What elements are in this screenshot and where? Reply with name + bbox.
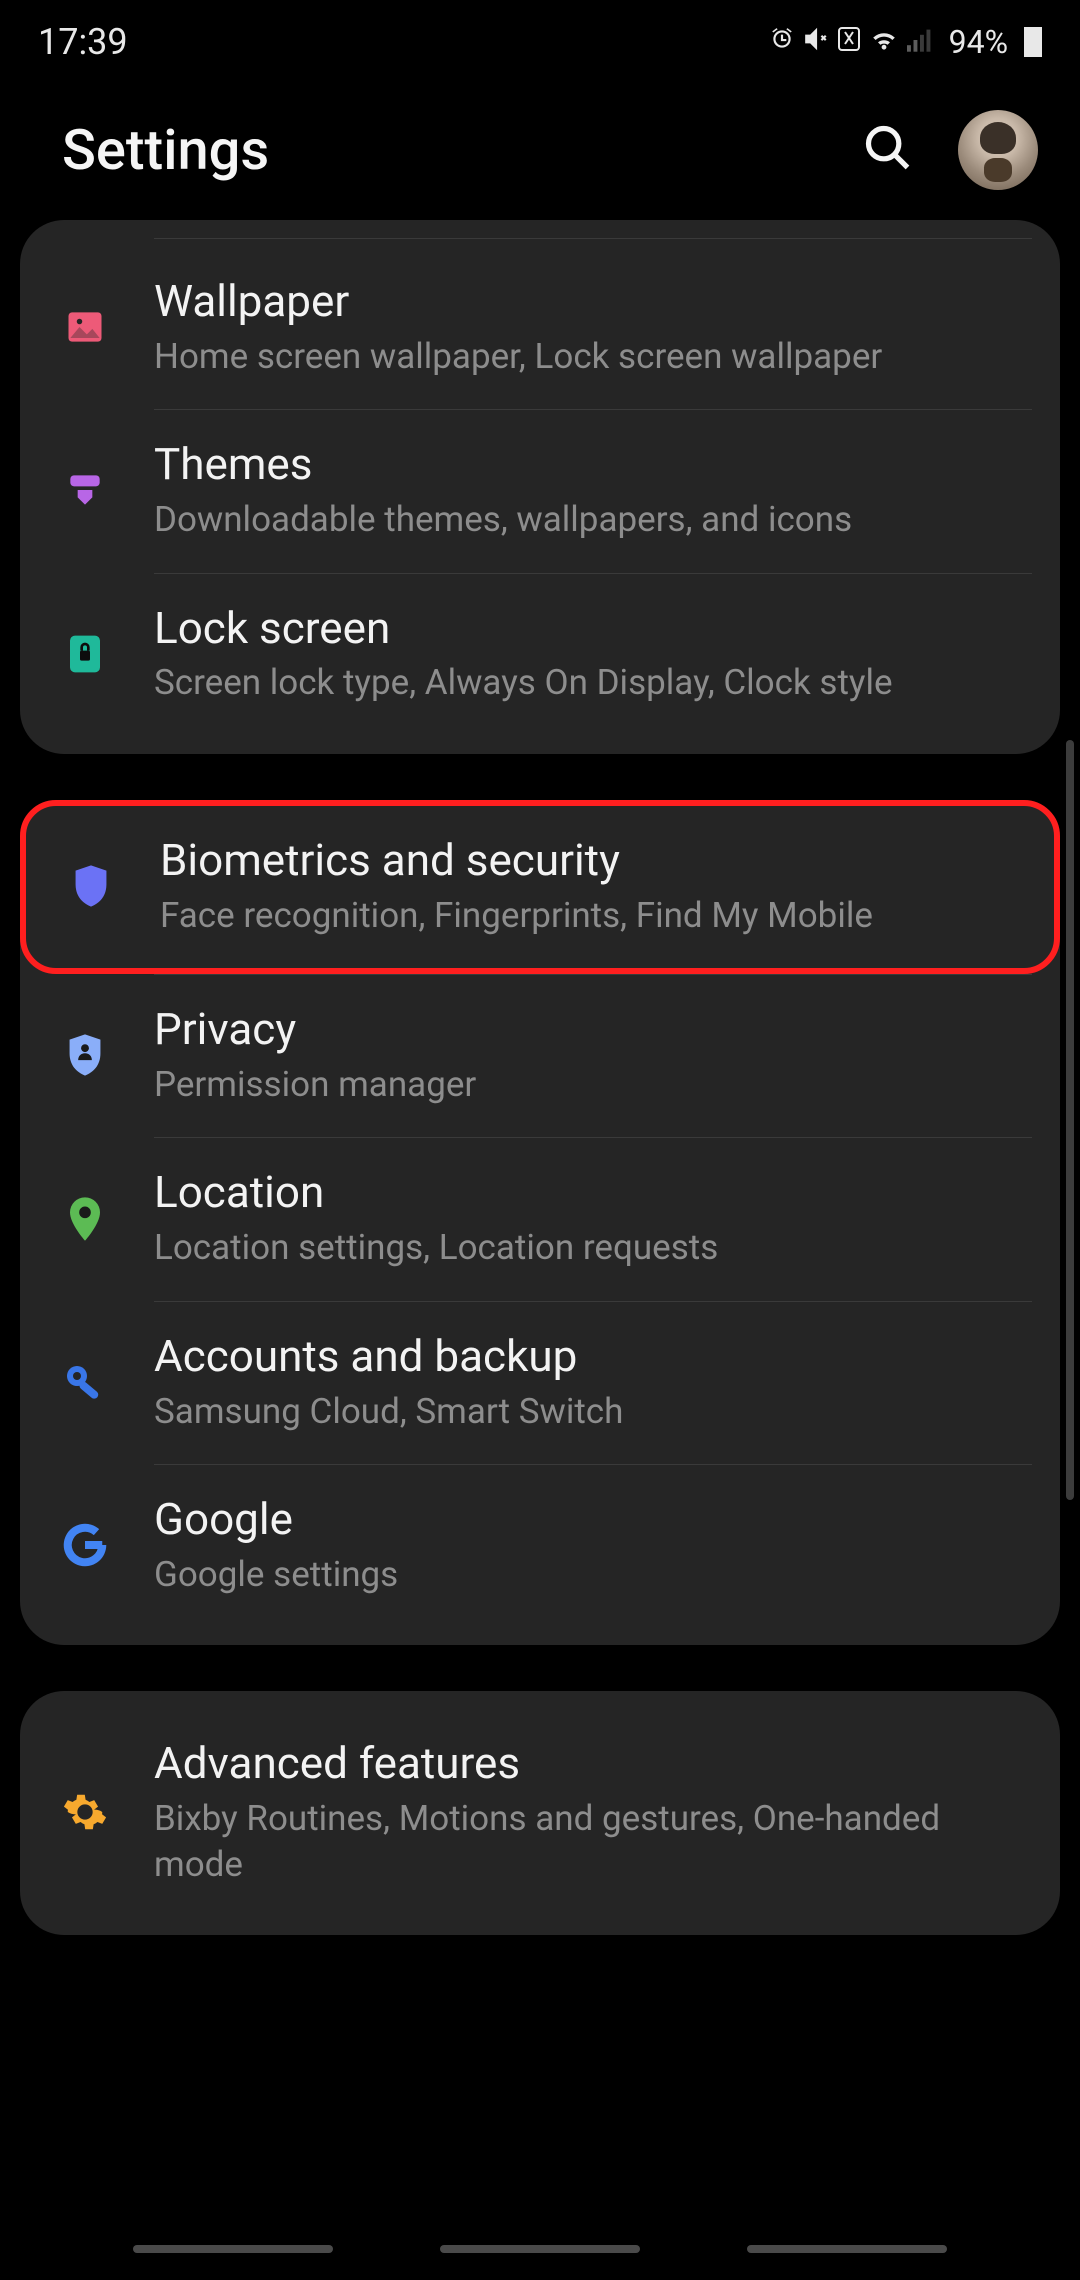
page-title: Settings: [62, 117, 269, 183]
settings-item-accounts-backup[interactable]: Accounts and backup Samsung Cloud, Smart…: [20, 1302, 1060, 1464]
settings-group-advanced: Advanced features Bixby Routines, Motion…: [20, 1691, 1060, 1935]
location-pin-icon: [58, 1192, 112, 1246]
settings-item-wallpaper[interactable]: Wallpaper Home screen wallpaper, Lock sc…: [20, 247, 1060, 409]
settings-item-location[interactable]: Location Location settings, Location req…: [20, 1138, 1060, 1300]
settings-item-title: Themes: [154, 438, 1032, 491]
alarm-icon: [769, 25, 795, 60]
settings-item-themes[interactable]: Themes Downloadable themes, wallpapers, …: [20, 410, 1060, 572]
settings-group-appearance: Wallpaper Home screen wallpaper, Lock sc…: [20, 220, 1060, 754]
settings-item-advanced-features[interactable]: Advanced features Bixby Routines, Motion…: [20, 1709, 1060, 1917]
wallpaper-icon: [58, 300, 112, 354]
status-indicators: 94%: [769, 23, 1042, 61]
lock-icon: [58, 627, 112, 681]
wifi-icon: [869, 25, 899, 60]
settings-item-subtitle: Bixby Routines, Motions and gestures, On…: [154, 1796, 1032, 1887]
settings-item-title: Privacy: [154, 1003, 1032, 1056]
search-icon[interactable]: [862, 122, 914, 178]
shield-icon: [64, 859, 118, 913]
settings-item-lock-screen[interactable]: Lock screen Screen lock type, Always On …: [20, 574, 1060, 736]
nav-home[interactable]: [440, 2245, 640, 2253]
status-time: 17:39: [38, 21, 128, 63]
google-icon: [58, 1518, 112, 1572]
settings-item-subtitle: Downloadable themes, wallpapers, and ico…: [154, 497, 1032, 543]
settings-item-title: Accounts and backup: [154, 1330, 1032, 1383]
settings-item-subtitle: Samsung Cloud, Smart Switch: [154, 1389, 1032, 1435]
settings-item-title: Wallpaper: [154, 275, 1032, 328]
settings-item-title: Lock screen: [154, 602, 1032, 655]
settings-item-subtitle: Location settings, Location requests: [154, 1225, 1032, 1271]
settings-item-subtitle: Google settings: [154, 1552, 1032, 1598]
battery-saver-icon: [837, 24, 861, 60]
settings-item-google[interactable]: Google Google settings: [20, 1465, 1060, 1627]
settings-item-biometrics-security[interactable]: Biometrics and security Face recognition…: [20, 800, 1060, 974]
settings-item-title: Advanced features: [154, 1737, 1032, 1790]
privacy-shield-icon: [58, 1028, 112, 1082]
settings-group-security: Biometrics and security Face recognition…: [20, 800, 1060, 1645]
status-bar: 17:39 94%: [0, 0, 1080, 80]
battery-percent: 94%: [949, 23, 1008, 61]
scrollbar[interactable]: [1066, 740, 1074, 1500]
gear-icon: [58, 1785, 112, 1839]
signal-icon: [907, 25, 933, 60]
settings-item-privacy[interactable]: Privacy Permission manager: [20, 975, 1060, 1137]
battery-icon: [1024, 27, 1042, 57]
nav-back[interactable]: [747, 2245, 947, 2253]
navigation-bar: [0, 2232, 1080, 2280]
settings-item-subtitle: Face recognition, Fingerprints, Find My …: [160, 893, 1026, 939]
settings-item-title: Location: [154, 1166, 1032, 1219]
themes-icon: [58, 463, 112, 517]
settings-item-title: Google: [154, 1493, 1032, 1546]
settings-item-subtitle: Permission manager: [154, 1062, 1032, 1108]
profile-avatar[interactable]: [958, 110, 1038, 190]
key-icon: [58, 1355, 112, 1409]
settings-item-subtitle: Screen lock type, Always On Display, Clo…: [154, 660, 1032, 706]
mute-vibrate-icon: [803, 25, 829, 60]
settings-item-subtitle: Home screen wallpaper, Lock screen wallp…: [154, 334, 1032, 380]
nav-recents[interactable]: [133, 2245, 333, 2253]
header: Settings: [0, 80, 1080, 220]
settings-item-title: Biometrics and security: [160, 834, 1026, 887]
